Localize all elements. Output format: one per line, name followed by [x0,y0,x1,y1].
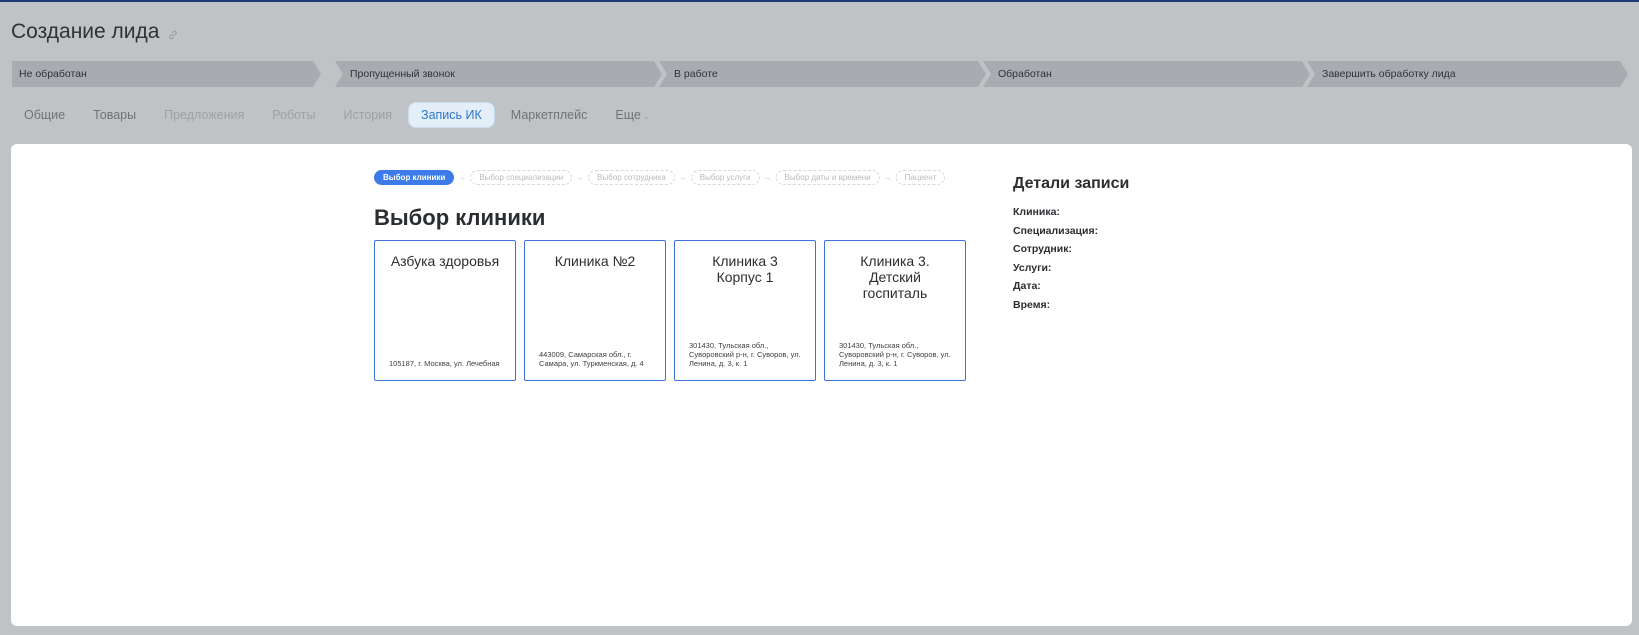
step-arrow-icon: → [763,173,772,182]
chevron-down-icon: ⌄ [642,111,651,121]
clinic-card[interactable]: Клиника №2 443009, Самарская обл., г. Са… [524,240,666,381]
detail-services-label: Услуги: [1013,261,1052,274]
page-title: Создание лида [11,20,179,44]
stage-not-processed[interactable]: Не обработан [12,61,321,87]
stage-processed[interactable]: Обработан [983,61,1310,87]
clinic-cards: Азбука здоровья 105187, г. Москва, ул. Л… [374,240,966,381]
step-select-employee[interactable]: Выбор сотрудника [588,170,675,185]
clinic-card[interactable]: Клиника 3 Корпус 1 301430, Тульская обл.… [674,240,816,381]
clinic-name: Клиника 3 Корпус 1 [712,253,778,285]
clinic-name: Клиника №2 [554,253,636,269]
tab-appointment[interactable]: Запись ИК [408,102,495,128]
step-select-service[interactable]: Выбор услуги [690,170,760,185]
detail-time-label: Время: [1013,298,1051,311]
top-accent-line [0,0,1639,2]
tab-products[interactable]: Товары [81,103,148,127]
stage-label: Завершить обработку лида [1322,68,1456,80]
clinic-card[interactable]: Клиника 3. Детский госпиталь 301430, Тул… [824,240,966,381]
tab-more-label: Еще [615,108,641,122]
stage-label: Обработан [998,68,1052,80]
clinic-address: 301430, Тульская обл., Суворовский р-н, … [839,341,951,368]
step-select-clinic[interactable]: Выбор клиники [374,170,455,185]
clinic-card[interactable]: Азбука здоровья 105187, г. Москва, ул. Л… [374,240,516,381]
stage-in-progress[interactable]: В работе [659,61,986,87]
clinic-address: 105187, г. Москва, ул. Лечебная [389,359,500,368]
clinic-address: 443009, Самарская обл., г. Самара, ул. Т… [539,350,644,368]
wizard-steps: Выбор клиники → Выбор специализации → Вы… [374,170,946,185]
step-arrow-icon: → [576,173,585,182]
clinic-name: Азбука здоровья [390,253,500,269]
detail-employee-label: Сотрудник: [1013,243,1072,255]
clinic-address: 301430, Тульская обл., Суворовский р-н, … [689,341,801,368]
clinic-name: Клиника 3. Детский госпиталь [860,253,930,301]
step-select-datetime[interactable]: Выбор даты и времени [775,170,880,185]
tab-general[interactable]: Общие [12,103,77,127]
tab-history[interactable]: История [332,103,404,127]
tab-bar: Общие Товары Предложения Роботы История … [12,102,666,128]
detail-clinic-label: Клиника: [1013,206,1060,218]
content-panel [11,144,1632,626]
stage-label: Не обработан [19,68,87,80]
step-arrow-icon: → [883,173,892,182]
page-title-text: Создание лида [11,20,160,43]
step-patient[interactable]: Пациент [895,170,946,185]
tab-marketplace[interactable]: Маркетплейс [499,103,600,127]
stage-finish-processing[interactable]: Завершить обработку лида [1307,61,1628,87]
detail-date-label: Дата: [1013,280,1041,292]
appointment-details: Детали записи Клиника: Специализация: Со… [1013,175,1129,314]
link-icon[interactable] [167,29,179,41]
step-arrow-icon: → [458,173,467,182]
details-title: Детали записи [1013,175,1130,192]
tab-more[interactable]: Еще ⌄ [603,103,662,127]
detail-specialization-label: Специализация: [1013,224,1099,237]
section-title: Выбор клиники [374,205,546,230]
stage-label: Пропущенный звонок [350,68,455,80]
stage-label: В работе [674,68,718,80]
step-select-specialization[interactable]: Выбор специализации [470,170,573,185]
step-arrow-icon: → [678,173,687,182]
stage-missed-call[interactable]: Пропущенный звонок [335,61,662,87]
tab-robots[interactable]: Роботы [260,103,327,127]
status-pipeline: Не обработан Пропущенный звонок В работе… [12,61,1628,87]
tab-offers[interactable]: Предложения [152,103,256,127]
